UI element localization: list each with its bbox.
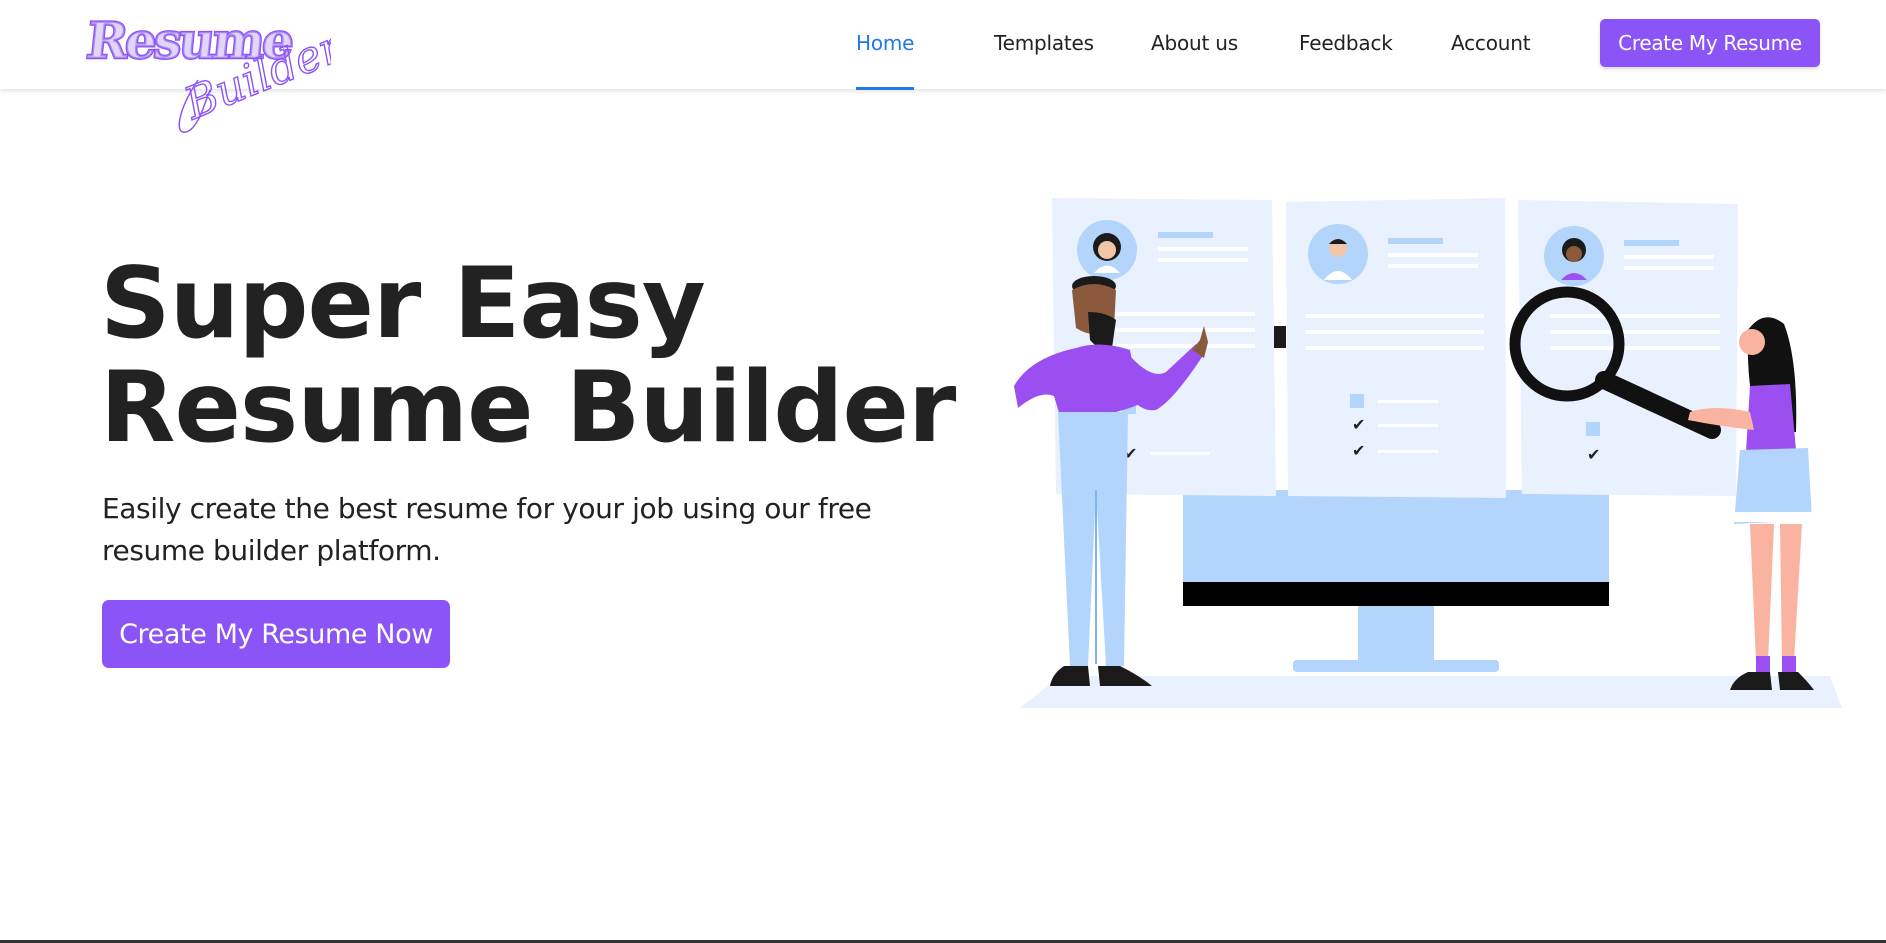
nav-about-us[interactable]: About us <box>1151 28 1238 58</box>
hero-title-line-1: Super Easy <box>100 247 706 361</box>
hero-title: Super Easy Resume Builder <box>100 247 956 465</box>
hero-title-line-2: Resume Builder <box>100 351 956 465</box>
svg-text:✔: ✔ <box>1352 441 1365 460</box>
nav-home[interactable]: Home <box>856 28 914 58</box>
nav-feedback[interactable]: Feedback <box>1299 28 1393 58</box>
nav-templates[interactable]: Templates <box>994 28 1094 58</box>
create-my-resume-now-button[interactable]: Create My Resume Now <box>102 600 450 668</box>
svg-text:✔: ✔ <box>1587 445 1600 464</box>
hero-subtitle: Easily create the best resume for your j… <box>102 492 872 567</box>
create-my-resume-button[interactable]: Create My Resume <box>1600 19 1820 67</box>
nav-active-indicator <box>856 87 914 90</box>
nav-account[interactable]: Account <box>1451 28 1531 58</box>
resume-review-illustration: ✔ ✔ ✔ ✔ <box>990 190 1850 720</box>
resume-builder-logo[interactable]: Resume Resume Builder <box>86 10 331 140</box>
svg-text:✔: ✔ <box>1352 415 1365 434</box>
